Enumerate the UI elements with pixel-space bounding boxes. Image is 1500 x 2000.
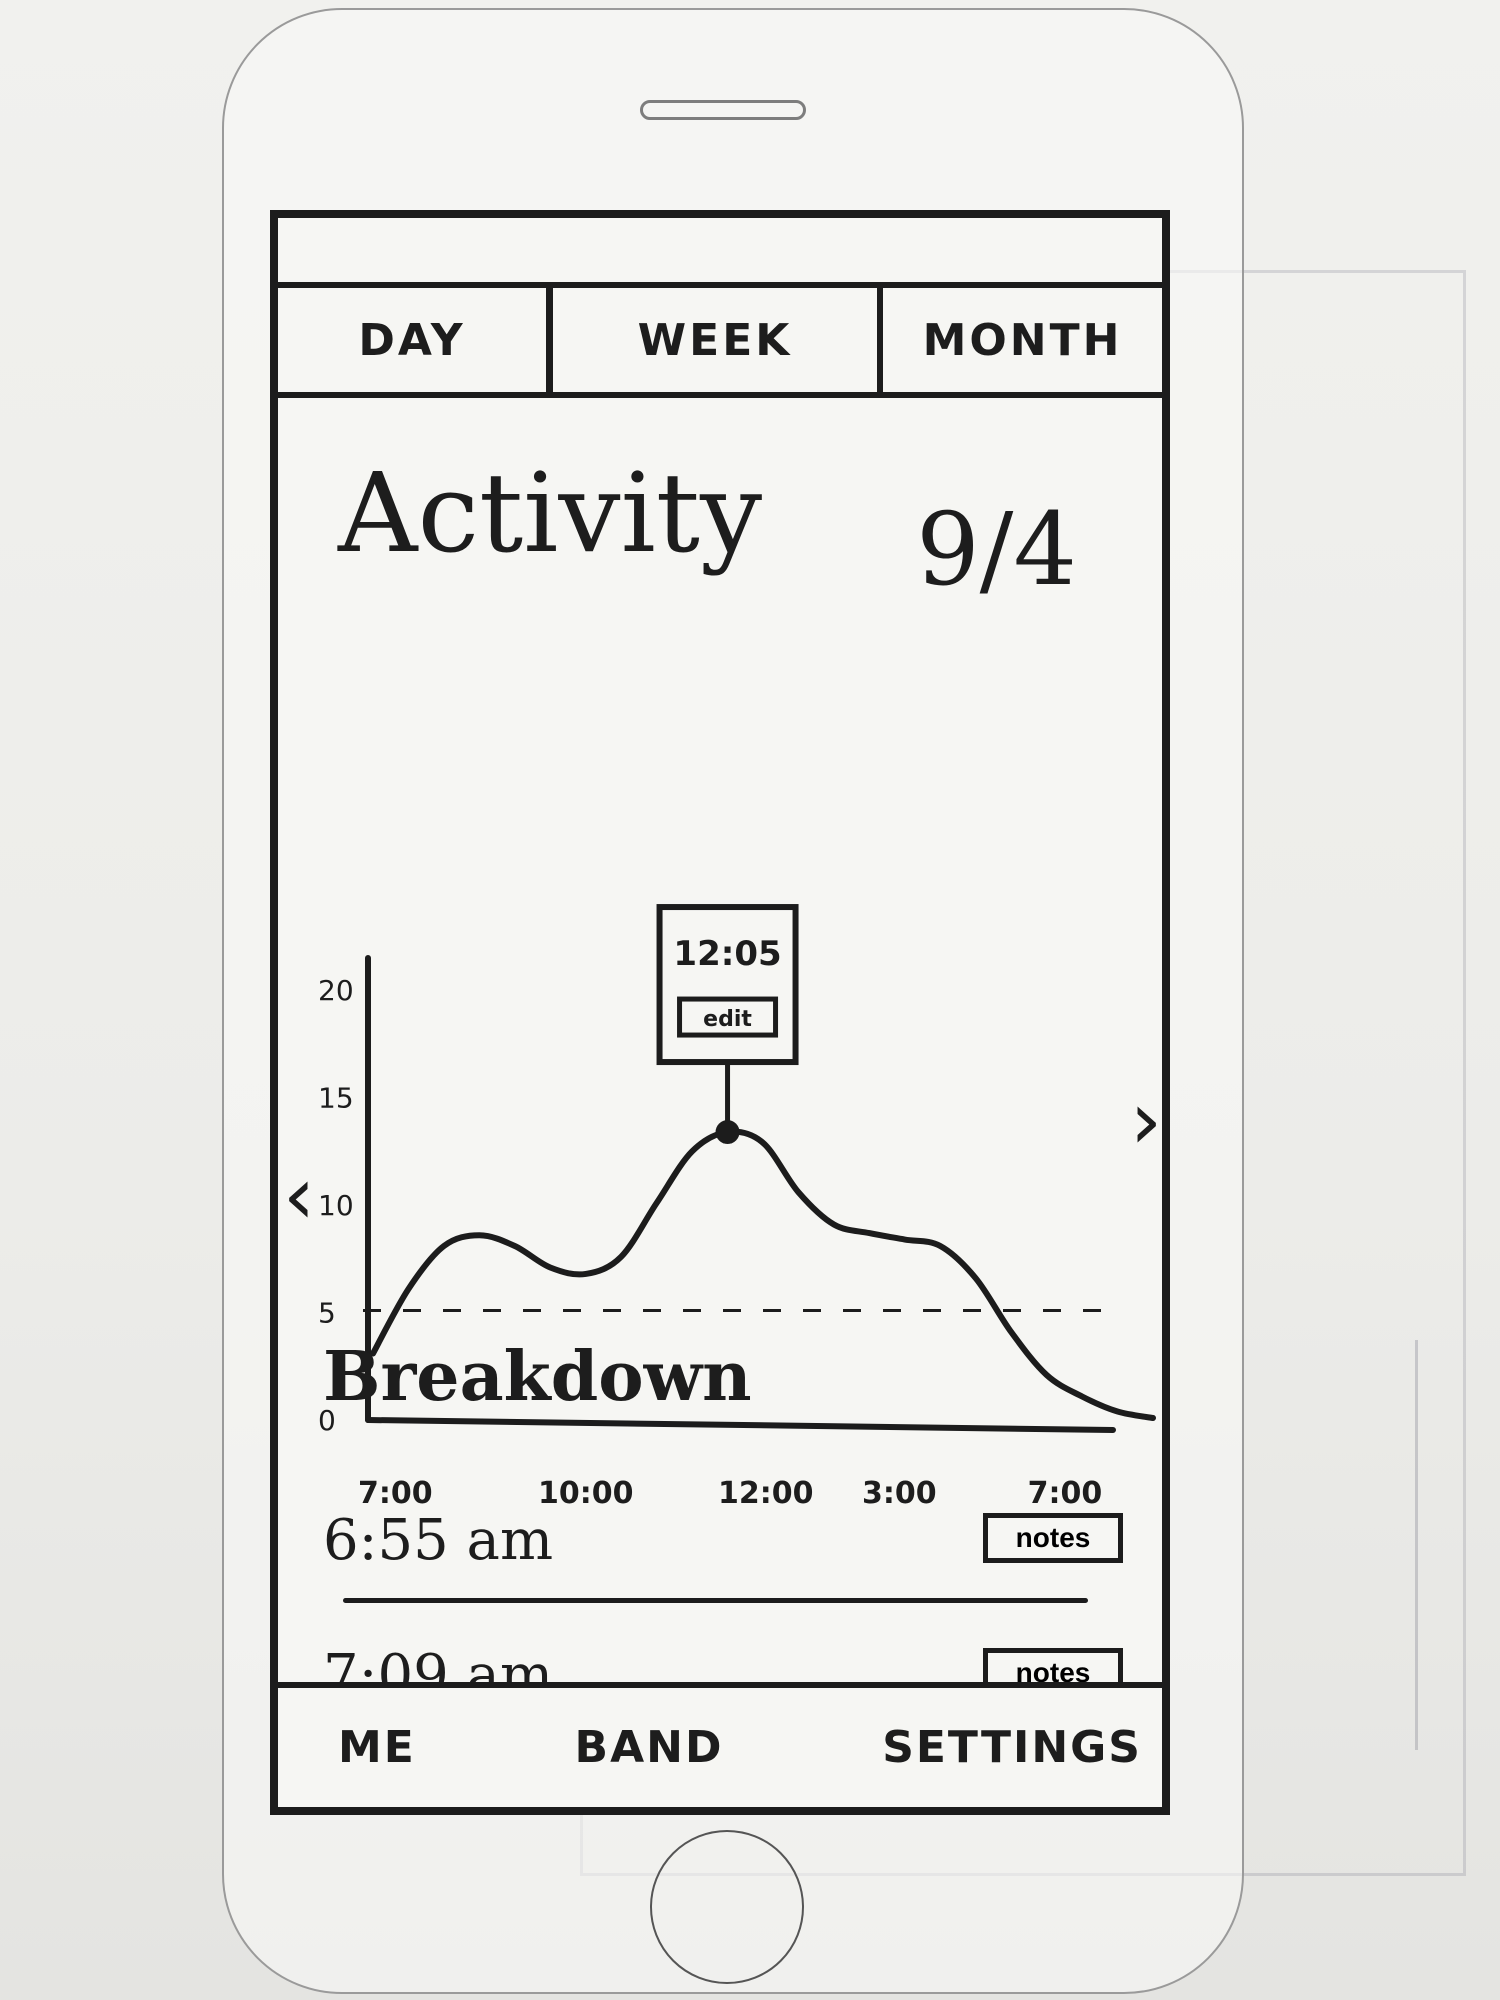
period-tab-bar: DAY WEEK MONTH [278,288,1162,398]
x-tick-label: 7:00 [358,1476,433,1511]
tab-month[interactable]: MONTH [883,288,1162,392]
ghost-sketch-line [1415,1340,1418,1750]
chevron-right-icon[interactable]: › [1130,1074,1162,1167]
page-title: Activity [338,449,763,577]
breakdown-divider [343,1598,1088,1603]
x-axis-line [365,1417,1116,1433]
date-label: 9/4 [916,491,1077,608]
status-bar [278,218,1162,288]
nav-me[interactable]: ME [338,1722,416,1773]
callout-point[interactable] [715,1120,740,1145]
callout-time: 12:05 [673,934,781,974]
y-tick-label: 10 [318,1189,354,1222]
y-tick-label: 5 [318,1297,336,1330]
x-tick-label: 7:00 [1028,1476,1103,1511]
y-tick-label: 15 [318,1082,354,1115]
home-button[interactable] [650,1830,804,1984]
nav-band[interactable]: BAND [575,1722,724,1773]
x-tick-label: 3:00 [862,1476,937,1511]
breakdown-title: Breakdown [323,1337,752,1417]
x-tick-label: 12:00 [718,1476,814,1511]
phone-speaker [640,100,806,120]
phone-screen: DAY WEEK MONTH Activity 9/4 0 5 10 15 20 7:00… [270,210,1170,1815]
tab-week[interactable]: WEEK [553,288,883,392]
list-item: 6:55 am notes [323,1513,1123,1583]
callout-box [656,904,799,1066]
nav-settings[interactable]: SETTINGS [882,1722,1142,1773]
y-tick-label: 20 [318,974,354,1007]
breakdown-time: 6:55 am [323,1508,554,1573]
chevron-left-icon[interactable]: ‹ [283,1149,315,1242]
notes-button[interactable]: notes [983,1513,1123,1563]
callout-edit-label: edit [703,1007,752,1032]
bottom-nav: ME BAND SETTINGS [278,1682,1162,1807]
x-tick-label: 10:00 [538,1476,634,1511]
tab-day[interactable]: DAY [278,288,553,392]
